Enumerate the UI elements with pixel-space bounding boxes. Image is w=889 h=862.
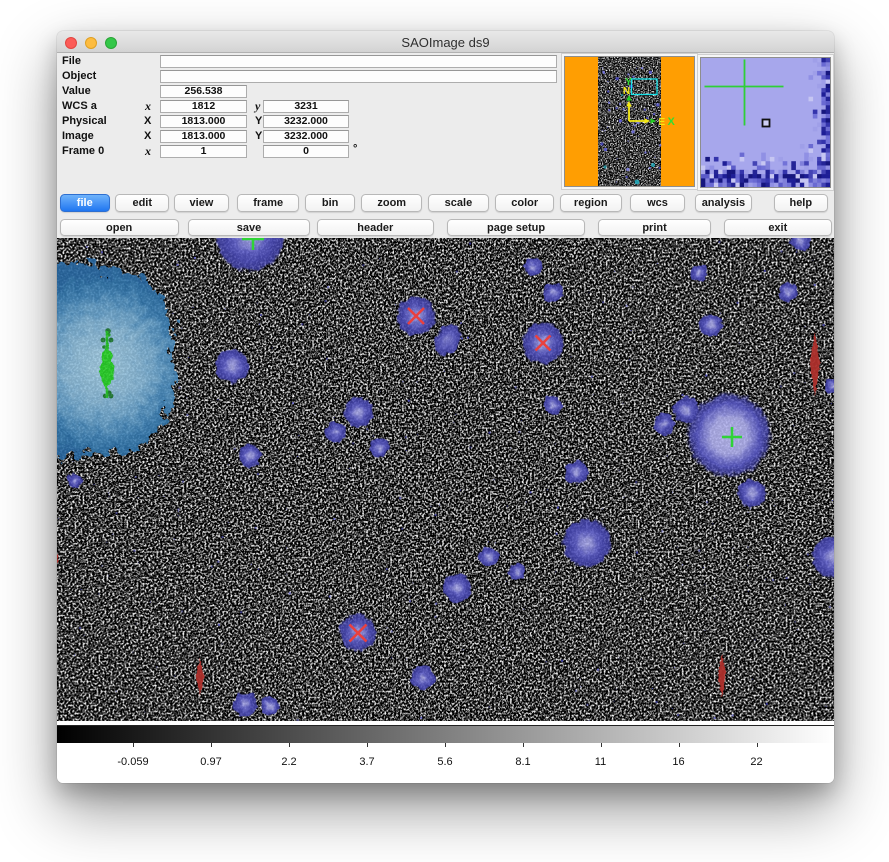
svg-text:N: N — [623, 86, 630, 97]
svg-text:E: E — [659, 117, 666, 128]
svg-text:X: X — [668, 116, 676, 128]
